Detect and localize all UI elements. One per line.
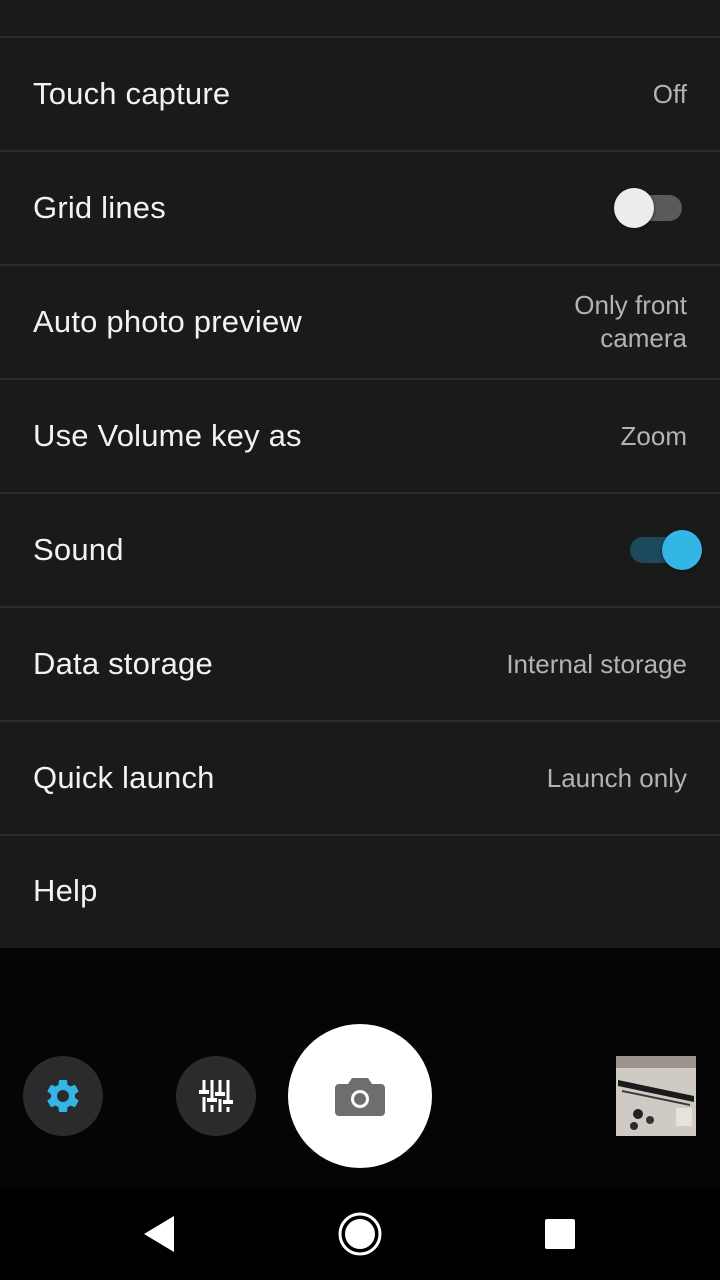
setting-label: Sound [33,532,124,567]
back-button[interactable] [130,1204,190,1264]
sound-toggle[interactable] [626,530,702,570]
system-navigation-bar [0,1188,720,1280]
setting-value: Launch only [546,762,687,793]
grid-lines-toggle[interactable] [614,188,686,228]
setting-label: Quick launch [33,760,215,795]
setting-value: Internal storage [506,648,687,679]
camera-settings-screen: Touch capture Off Grid lines Auto photo … [0,0,720,1280]
setting-label: Touch capture [33,76,231,111]
home-circle-icon [338,1212,382,1256]
setting-value: Off [652,78,687,109]
setting-value: Only front camera [527,289,687,355]
setting-data-storage[interactable]: Data storage Internal storage [0,608,720,722]
setting-label: Use Volume key as [33,418,302,453]
setting-label: Grid lines [33,190,166,225]
home-button[interactable] [330,1204,390,1264]
setting-grid-lines[interactable]: Grid lines [0,152,720,266]
toggle-thumb [662,530,702,570]
setting-volume-key[interactable]: Use Volume key as Zoom [0,380,720,494]
toggle-thumb [614,188,654,228]
settings-panel: Touch capture Off Grid lines Auto photo … [0,0,720,948]
back-triangle-icon [144,1216,174,1252]
shutter-button[interactable] [288,1024,432,1168]
settings-top-edge [0,0,720,38]
filters-button[interactable] [176,1056,256,1136]
last-photo-thumbnail[interactable] [616,1056,696,1136]
setting-quick-launch[interactable]: Quick launch Launch only [0,722,720,836]
setting-label: Auto photo preview [33,304,302,339]
setting-help[interactable]: Help [0,836,720,946]
setting-touch-capture[interactable]: Touch capture Off [0,38,720,152]
camera-icon [335,1078,385,1116]
setting-value-line2: camera [600,323,687,353]
camera-controls-bar [0,948,720,1188]
sliders-icon [199,1080,233,1112]
recents-square-icon [545,1219,575,1249]
setting-auto-photo-preview[interactable]: Auto photo preview Only front camera [0,266,720,380]
setting-label: Help [33,873,98,908]
setting-value-line1: Only front [574,290,687,320]
settings-button[interactable] [23,1056,103,1136]
setting-label: Data storage [33,646,213,681]
photo-preview-image [616,1056,696,1136]
recents-button[interactable] [530,1204,590,1264]
gear-icon [47,1080,79,1112]
setting-value: Zoom [620,420,687,451]
setting-sound[interactable]: Sound [0,494,720,608]
